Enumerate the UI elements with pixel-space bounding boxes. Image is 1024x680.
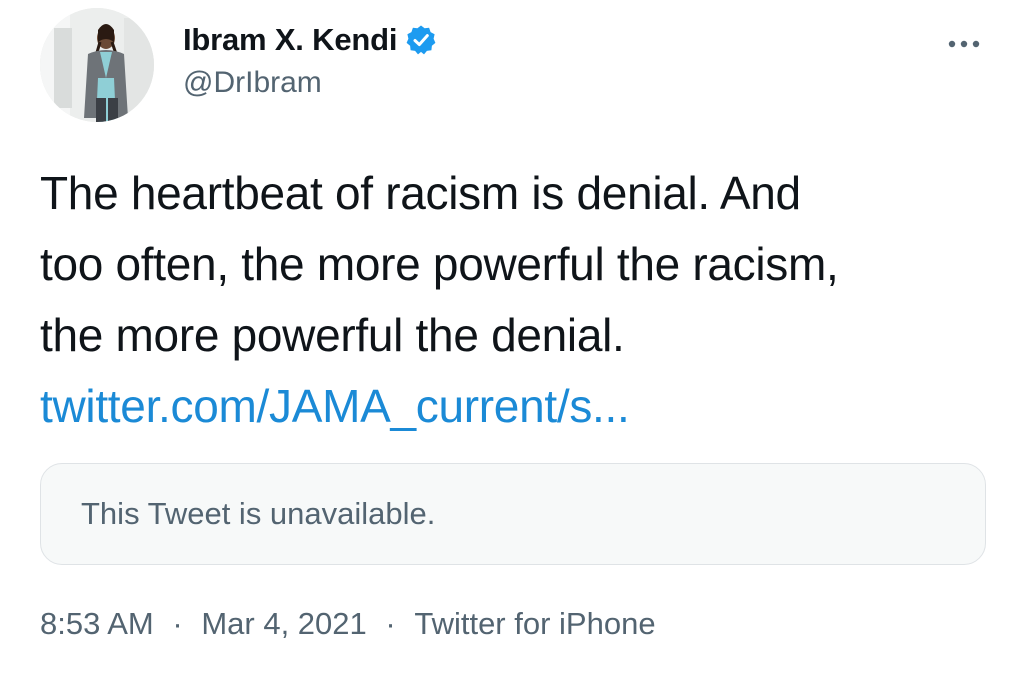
tweet-time[interactable]: 8:53 AM: [40, 606, 154, 642]
tweet-link[interactable]: twitter.com/JAMA_current/s...: [40, 371, 944, 442]
author-names: Ibram X. Kendi @DrIbram: [183, 18, 437, 100]
separator: ·: [172, 606, 183, 641]
display-name-row: Ibram X. Kendi: [183, 18, 437, 62]
more-options-icon[interactable]: [944, 32, 984, 56]
avatar[interactable]: [40, 8, 154, 122]
tweet-source[interactable]: Twitter for iPhone: [414, 606, 655, 642]
tweet-text-line: The heartbeat of racism is denial. And: [40, 167, 801, 219]
tweet-text-line: too often, the more powerful the racism,: [40, 238, 839, 290]
quoted-tweet-card[interactable]: This Tweet is unavailable.: [40, 463, 986, 565]
tweet-header: Ibram X. Kendi @DrIbram: [40, 8, 984, 128]
author-handle[interactable]: @DrIbram: [183, 66, 437, 100]
tweet: Ibram X. Kendi @DrIbram The heartbeat of…: [0, 0, 1024, 680]
avatar-photo: [40, 8, 154, 122]
separator: ·: [385, 606, 396, 641]
unavailable-message: This Tweet is unavailable.: [81, 496, 436, 531]
tweet-text-line: the more powerful the denial.: [40, 309, 625, 361]
tweet-metadata: 8:53 AM · Mar 4, 2021 · Twitter for iPho…: [40, 606, 656, 642]
display-name[interactable]: Ibram X. Kendi: [183, 22, 397, 58]
verified-badge-icon: [405, 24, 437, 56]
tweet-date[interactable]: Mar 4, 2021: [201, 606, 366, 642]
tweet-text: The heartbeat of racism is denial. And t…: [40, 158, 944, 442]
